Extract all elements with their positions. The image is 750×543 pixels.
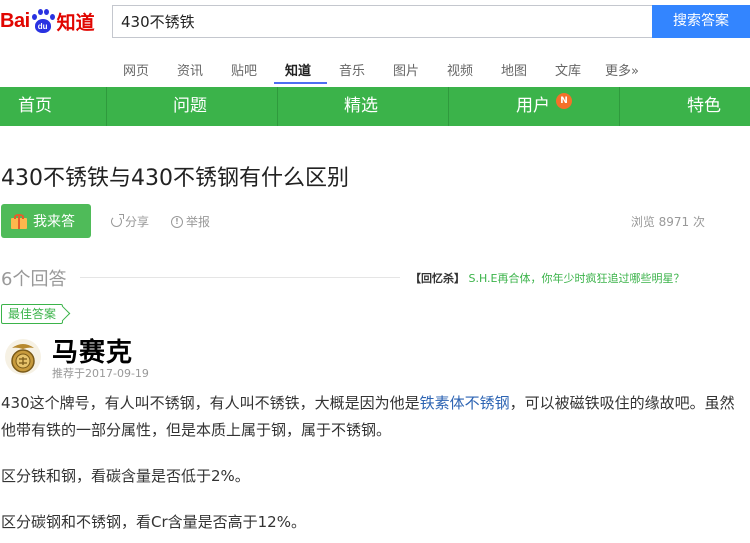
paw-icon: du bbox=[31, 8, 55, 34]
answer-text-before-link: 430这个牌号，有人叫不锈钢，有人叫不锈铁，大概是因为他是 bbox=[1, 394, 420, 412]
promo-tag: 【回忆杀】 bbox=[410, 272, 465, 285]
answer-count: 6个回答 bbox=[1, 269, 67, 290]
nav-item-zhidao[interactable]: 知道 bbox=[285, 60, 311, 79]
recommend-date: 推荐于2017-09-19 bbox=[52, 367, 149, 380]
ferritic-stainless-link[interactable]: 铁素体不锈钢 bbox=[420, 394, 510, 412]
share-label: 分享 bbox=[125, 215, 150, 229]
question-title: 430不锈铁与430不锈钢有什么区别 bbox=[1, 166, 349, 191]
gift-icon bbox=[11, 213, 27, 229]
channel-users[interactable]: 用户 N bbox=[449, 87, 620, 126]
report-icon: ! bbox=[171, 215, 183, 228]
channel-home-label: 首页 bbox=[18, 96, 52, 116]
search-answer-button[interactable]: 搜索答案 bbox=[652, 5, 750, 38]
answerer-name[interactable]: 马赛克 bbox=[52, 332, 133, 369]
channel-users-label: 用户 bbox=[516, 96, 550, 116]
top-nav: 网页 资讯 贴吧 知道 音乐 图片 视频 地图 文库 更多» bbox=[0, 54, 750, 84]
channel-questions[interactable]: 问题 bbox=[107, 87, 278, 126]
search-box bbox=[112, 5, 653, 38]
promo-text: S.H.E再合体，你年少时疯狂追过哪些明星？ bbox=[468, 272, 685, 285]
promo-link[interactable]: 【回忆杀】 S.H.E再合体，你年少时疯狂追过哪些明星？ bbox=[410, 270, 685, 286]
share-action[interactable]: 分享 bbox=[111, 213, 149, 230]
view-count: 浏览 8971 次 bbox=[630, 215, 705, 229]
answer-button-label: 我来答 bbox=[33, 214, 75, 230]
logo-du-text: du bbox=[34, 19, 51, 33]
nav-item-tieba[interactable]: 贴吧 bbox=[231, 60, 257, 79]
active-tab-indicator bbox=[274, 82, 327, 84]
nav-item-music[interactable]: 音乐 bbox=[339, 60, 365, 79]
answer-button[interactable]: 我来答 bbox=[1, 204, 91, 238]
nav-item-wenku[interactable]: 文库 bbox=[555, 60, 581, 79]
new-badge: N bbox=[556, 93, 572, 109]
channel-special-label: 特色 bbox=[687, 96, 721, 116]
nav-item-video[interactable]: 视频 bbox=[447, 60, 473, 79]
channel-featured[interactable]: 精选 bbox=[278, 87, 449, 126]
answer-paragraph-3: 区分碳钢和不锈钢，看Cr含量是否高于12%。 bbox=[1, 513, 306, 531]
nav-item-images[interactable]: 图片 bbox=[393, 60, 419, 79]
channel-featured-label: 精选 bbox=[344, 96, 378, 116]
report-action[interactable]: ! 举报 bbox=[171, 213, 210, 230]
nav-item-web[interactable]: 网页 bbox=[123, 60, 149, 79]
report-label: 举报 bbox=[186, 215, 211, 229]
nav-item-news[interactable]: 资讯 bbox=[177, 60, 203, 79]
search-input[interactable] bbox=[113, 6, 653, 37]
logo-zhidao-text: 知道 bbox=[56, 11, 95, 34]
channel-questions-label: 问题 bbox=[173, 96, 207, 116]
nav-item-map[interactable]: 地图 bbox=[501, 60, 527, 79]
answer-paragraph-2: 区分铁和钢，看碳含量是否低于2%。 bbox=[1, 467, 250, 485]
channel-bar: 首页 问题 精选 用户 N 特色 bbox=[0, 87, 750, 126]
best-answer-label: 最佳答案 bbox=[1, 304, 64, 324]
channel-home[interactable]: 首页 bbox=[0, 87, 107, 126]
nav-item-more[interactable]: 更多» bbox=[605, 60, 639, 79]
logo-bai-text: Bai bbox=[0, 9, 30, 32]
section-divider bbox=[80, 277, 400, 278]
baidu-zhidao-logo[interactable]: Bai du 知道 bbox=[0, 6, 95, 36]
avatar[interactable] bbox=[4, 338, 42, 376]
header: Bai du 知道 搜索答案 bbox=[0, 0, 750, 42]
share-icon bbox=[111, 214, 124, 227]
answer-paragraph-1: 430这个牌号，有人叫不锈钢，有人叫不锈铁，大概是因为他是铁素体不锈钢，可以被磁… bbox=[1, 390, 741, 444]
channel-special[interactable]: 特色 bbox=[620, 87, 750, 126]
